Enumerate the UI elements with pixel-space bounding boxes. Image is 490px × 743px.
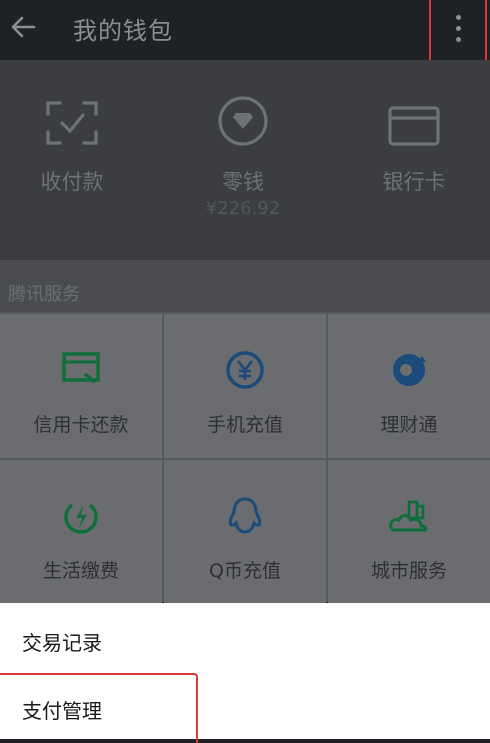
scan-pay-icon bbox=[46, 101, 98, 145]
wallet-item-bank-card[interactable]: 银行卡 bbox=[334, 60, 490, 260]
menu-item-transaction-records[interactable]: 交易记录 bbox=[0, 603, 490, 671]
bank-card-icon bbox=[388, 106, 440, 146]
service-label: 城市服务 bbox=[370, 560, 447, 582]
yen-coin-icon bbox=[226, 351, 264, 389]
wealth-icon bbox=[393, 354, 426, 386]
section-header-tencent-services: 腾讯服务 bbox=[0, 260, 490, 312]
highlight-box bbox=[0, 673, 198, 743]
service-city[interactable]: 城市服务 bbox=[328, 460, 490, 604]
back-arrow-icon[interactable] bbox=[8, 12, 38, 42]
service-label: Q币充值 bbox=[209, 560, 281, 582]
city-service-icon bbox=[389, 500, 428, 532]
service-mobile-topup[interactable]: 手机充值 bbox=[164, 314, 326, 458]
services-grid: 信用卡还款 手机充值 理财通 生活缴费 Q币充值 城市服务 bbox=[0, 312, 490, 604]
service-label: 手机充值 bbox=[206, 414, 283, 436]
top-bar: 我的钱包 bbox=[0, 0, 490, 67]
menu-item-label: 交易记录 bbox=[22, 631, 102, 655]
wallet-item-label: 银行卡 bbox=[382, 170, 446, 194]
wallet-panel: 收付款 零钱 ¥226.92 银行卡 bbox=[0, 60, 490, 260]
service-qcoin-topup[interactable]: Q币充值 bbox=[164, 460, 326, 604]
service-label: 信用卡还款 bbox=[33, 414, 129, 436]
section-title: 腾讯服务 bbox=[8, 284, 80, 305]
wallet-item-change[interactable]: 零钱 ¥226.92 bbox=[163, 60, 323, 260]
coin-icon bbox=[218, 96, 268, 146]
balance-amount: ¥226.92 bbox=[205, 198, 281, 219]
utility-bill-icon bbox=[64, 503, 98, 534]
wallet-item-pay[interactable]: 收付款 bbox=[0, 60, 152, 260]
wallet-item-label: 零钱 bbox=[222, 170, 264, 194]
wallet-item-label: 收付款 bbox=[40, 170, 104, 194]
service-label: 理财通 bbox=[380, 414, 438, 436]
credit-card-repay-icon bbox=[62, 352, 100, 384]
service-credit-card-repay[interactable]: 信用卡还款 bbox=[0, 314, 162, 458]
more-vertical-icon bbox=[456, 15, 462, 48]
service-label: 生活缴费 bbox=[42, 560, 119, 582]
qq-penguin-icon bbox=[228, 497, 262, 534]
more-options-button[interactable] bbox=[429, 0, 487, 67]
service-wealth[interactable]: 理财通 bbox=[328, 314, 490, 458]
page-title: 我的钱包 bbox=[73, 17, 173, 45]
service-utility-bills[interactable]: 生活缴费 bbox=[0, 460, 162, 604]
